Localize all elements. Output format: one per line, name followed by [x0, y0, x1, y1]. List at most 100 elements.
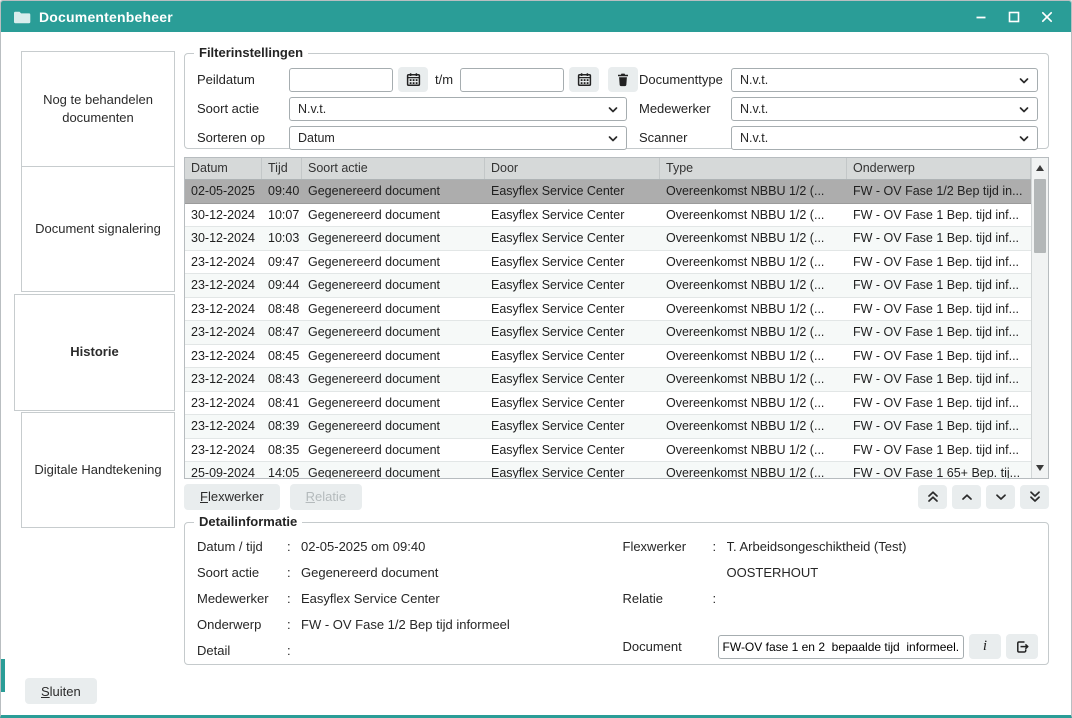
table-row[interactable]: 23-12-202408:35Gegenereerd documentEasyf… — [185, 439, 1031, 463]
detail-label: Medewerker — [197, 591, 287, 606]
column-header-onderwerp[interactable]: Onderwerp — [847, 158, 1031, 179]
clear-dates-button[interactable] — [608, 67, 638, 92]
soort-actie-select[interactable]: N.v.t. — [289, 97, 627, 121]
table-cell: Gegenereerd document — [302, 345, 485, 368]
table-cell: 09:40 — [262, 180, 302, 203]
table-row[interactable]: 23-12-202408:47Gegenereerd documentEasyf… — [185, 321, 1031, 345]
info-icon: i — [983, 638, 987, 655]
table-row[interactable]: 23-12-202409:47Gegenereerd documentEasyf… — [185, 251, 1031, 275]
table-row[interactable]: 23-12-202408:45Gegenereerd documentEasyf… — [185, 345, 1031, 369]
column-header-tijd[interactable]: Tijd — [262, 158, 302, 179]
table-body: 02-05-202509:40Gegenereerd documentEasyf… — [185, 180, 1031, 478]
chevron-down-icon — [994, 490, 1008, 504]
column-header-soort-actie[interactable]: Soort actie — [302, 158, 485, 179]
flexwerker-button[interactable]: Flexwerker — [184, 484, 280, 510]
double-chevron-up-icon — [926, 489, 940, 504]
peildatum-to-calendar-button[interactable] — [569, 67, 599, 92]
peildatum-to-input[interactable] — [460, 68, 564, 92]
documenttype-select[interactable]: N.v.t. — [731, 68, 1038, 92]
relatie-button-label: Relatie — [306, 489, 346, 504]
document-info-button[interactable]: i — [969, 634, 1001, 659]
soort-actie-label: Soort actie — [197, 101, 289, 116]
table-cell: 08:45 — [262, 345, 302, 368]
maximize-button[interactable] — [1006, 9, 1022, 25]
chevron-down-icon — [1017, 103, 1031, 120]
column-header-type[interactable]: Type — [660, 158, 847, 179]
next-record-button[interactable] — [986, 485, 1015, 509]
table-cell: FW - OV Fase 1 Bep. tijd inf... — [847, 392, 1031, 415]
detail-row-relatie: Relatie : — [623, 591, 1039, 617]
table-row[interactable]: 23-12-202408:39Gegenereerd documentEasyf… — [185, 415, 1031, 439]
document-name-input[interactable] — [718, 635, 965, 659]
table-cell: FW - OV Fase 1 65+ Bep. tij... — [847, 462, 1031, 478]
column-header-datum[interactable]: Datum — [185, 158, 262, 179]
table-cell: Overeenkomst NBBU 1/2 (... — [660, 345, 847, 368]
table-scrollbar[interactable] — [1031, 158, 1048, 478]
detail-row-datum-tijd: Datum / tijd : 02-05-2025 om 09:40 — [197, 539, 613, 565]
table-cell: Easyflex Service Center — [485, 462, 660, 478]
tab-nog-te-behandelen-documenten[interactable]: Nog te behandelen documenten — [21, 51, 175, 167]
close-button[interactable] — [1039, 9, 1055, 25]
table-cell: Easyflex Service Center — [485, 439, 660, 462]
tab-historie[interactable]: Historie — [14, 294, 175, 411]
scroll-down-button[interactable] — [1032, 459, 1048, 477]
minimize-button[interactable] — [973, 9, 989, 25]
previous-record-button[interactable] — [952, 485, 981, 509]
table-cell: Gegenereerd document — [302, 251, 485, 274]
flexwerker-button-label: Flexwerker — [200, 489, 264, 504]
peildatum-from-calendar-button[interactable] — [398, 67, 428, 92]
table-cell: Overeenkomst NBBU 1/2 (... — [660, 251, 847, 274]
table-cell: 08:41 — [262, 392, 302, 415]
first-record-button[interactable] — [918, 485, 947, 509]
detail-value: 02-05-2025 om 09:40 — [301, 539, 613, 554]
table-row[interactable]: 23-12-202408:43Gegenereerd documentEasyf… — [185, 368, 1031, 392]
tab-digitale-handtekening[interactable]: Digitale Handtekening — [21, 412, 175, 528]
table-cell: Easyflex Service Center — [485, 415, 660, 438]
scanner-row: Scanner N.v.t. — [639, 125, 1038, 150]
column-header-door[interactable]: Door — [485, 158, 660, 179]
table-cell: Easyflex Service Center — [485, 321, 660, 344]
double-chevron-down-icon — [1028, 489, 1042, 504]
filter-right-column: Documenttype N.v.t. Medewerker N.v.t. — [639, 67, 1038, 150]
soort-actie-value: N.v.t. — [298, 102, 326, 116]
medewerker-select[interactable]: N.v.t. — [731, 97, 1038, 121]
table-cell: FW - OV Fase 1 Bep. tijd inf... — [847, 204, 1031, 227]
detail-left-column: Datum / tijd : 02-05-2025 om 09:40 Soort… — [197, 539, 613, 669]
calendar-icon — [406, 72, 421, 87]
scroll-up-button[interactable] — [1032, 159, 1048, 177]
colon: : — [287, 539, 301, 554]
peildatum-row: Peildatum t/m — [197, 67, 627, 92]
table-row[interactable]: 23-12-202409:44Gegenereerd documentEasyf… — [185, 274, 1031, 298]
table-cell: 23-12-2024 — [185, 321, 262, 344]
scrollbar-thumb[interactable] — [1034, 179, 1046, 253]
table-row[interactable]: 30-12-202410:03Gegenereerd documentEasyf… — [185, 227, 1031, 251]
tab-document-signalering[interactable]: Document signalering — [21, 166, 175, 292]
table-row[interactable]: 25-09-202414:05Gegenereerd documentEasyf… — [185, 462, 1031, 478]
scanner-select[interactable]: N.v.t. — [731, 126, 1038, 150]
table-cell: Gegenereerd document — [302, 462, 485, 478]
detail-row-onderwerp: Onderwerp : FW - OV Fase 1/2 Bep tijd in… — [197, 617, 613, 643]
table-cell: Overeenkomst NBBU 1/2 (... — [660, 298, 847, 321]
detail-row-soort-actie: Soort actie : Gegenereerd document — [197, 565, 613, 591]
table-cell: Overeenkomst NBBU 1/2 (... — [660, 321, 847, 344]
colon: : — [287, 643, 301, 658]
open-document-button[interactable] — [1006, 634, 1038, 659]
table-cell: Gegenereerd document — [302, 298, 485, 321]
relatie-button: Relatie — [290, 484, 362, 510]
table-row[interactable]: 23-12-202408:41Gegenereerd documentEasyf… — [185, 392, 1031, 416]
peildatum-from-input[interactable] — [289, 68, 393, 92]
sorteren-op-select[interactable]: Datum — [289, 126, 627, 150]
detail-value: Easyflex Service Center — [301, 591, 613, 606]
table-cell: 23-12-2024 — [185, 345, 262, 368]
detail-row-flexwerker-city: OOSTERHOUT — [623, 565, 1039, 591]
table-row[interactable]: 02-05-202509:40Gegenereerd documentEasyf… — [185, 180, 1031, 204]
table-row[interactable]: 23-12-202408:48Gegenereerd documentEasyf… — [185, 298, 1031, 322]
sluiten-button[interactable]: Sluiten — [25, 678, 97, 704]
table-cell: 08:47 — [262, 321, 302, 344]
table-cell: Gegenereerd document — [302, 392, 485, 415]
table-cell: FW - OV Fase 1 Bep. tijd inf... — [847, 345, 1031, 368]
table-row[interactable]: 30-12-202410:07Gegenereerd documentEasyf… — [185, 204, 1031, 228]
last-record-button[interactable] — [1020, 485, 1049, 509]
table-cell: 10:07 — [262, 204, 302, 227]
table-cell: 23-12-2024 — [185, 392, 262, 415]
